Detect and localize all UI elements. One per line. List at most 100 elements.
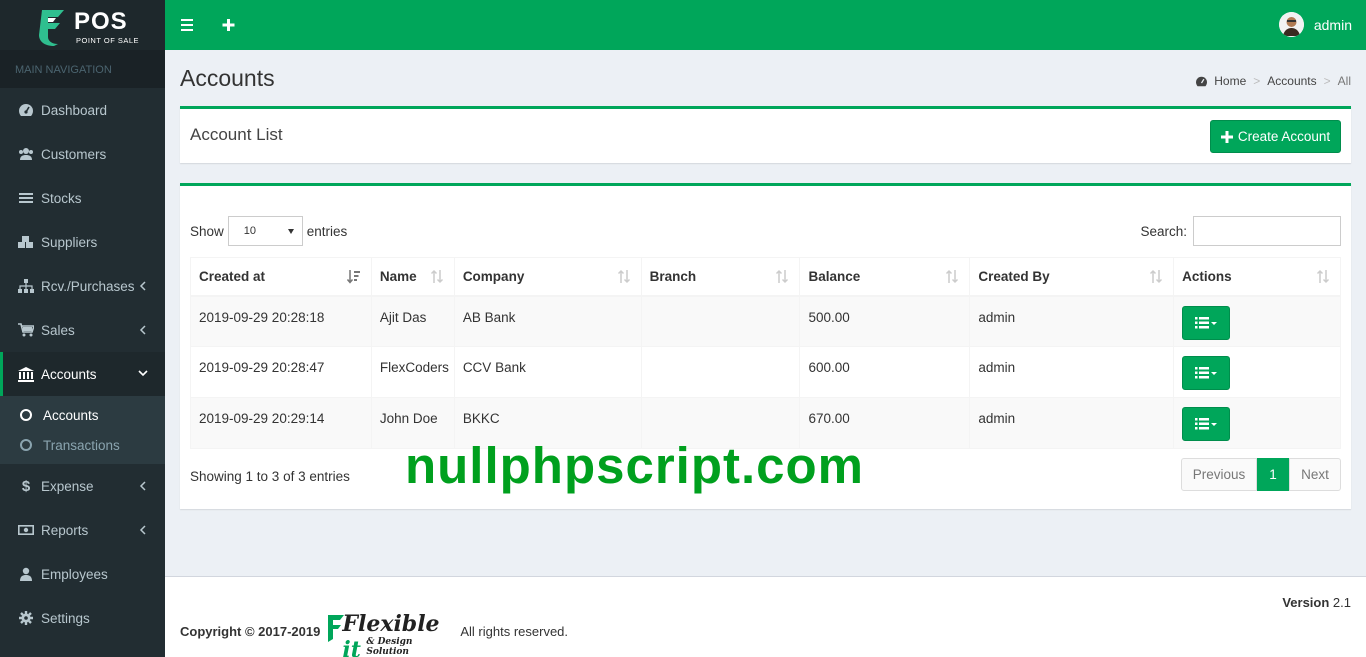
- submenu-item-transactions[interactable]: Transactions: [0, 430, 165, 460]
- cell-created-at: 2019-09-29 20:28:47: [190, 346, 372, 398]
- column-label: Name: [379, 268, 417, 284]
- submenu-item-label: Accounts: [43, 407, 99, 423]
- sidebar: POS POINT OF SALE MAIN NAVIGATION Dashbo…: [0, 0, 165, 657]
- list-dropdown-icon: [1195, 316, 1218, 328]
- sidebar-item-reports[interactable]: Reports: [0, 508, 165, 552]
- pagination-page-current[interactable]: 1: [1257, 458, 1289, 491]
- column-header-company[interactable]: Company: [453, 257, 642, 297]
- copyright: Copyright © 2017-2019 Flexible it & Desi…: [180, 609, 569, 657]
- version-info: Version 2.1: [1282, 595, 1351, 610]
- breadcrumb: Home > Accounts > All: [1195, 74, 1351, 88]
- version-label: Version: [1282, 595, 1330, 610]
- row-actions-button[interactable]: [1182, 305, 1231, 340]
- cubes-icon: [18, 234, 34, 250]
- page-length-value: 10: [243, 225, 257, 237]
- flexible-it-logo[interactable]: Flexible it & Design Solution: [326, 609, 454, 657]
- money-icon: [18, 522, 34, 538]
- users-icon: [18, 146, 34, 162]
- page-title: Accounts: [180, 65, 275, 91]
- account-list-header-box: Account List Create Account: [180, 106, 1351, 163]
- circle-icon: [20, 439, 32, 451]
- sitemap-icon: [18, 278, 34, 294]
- cell-balance: 500.00: [799, 295, 971, 347]
- table-info: Showing 1 to 3 of 3 entries: [190, 469, 350, 484]
- cell-created-by: admin: [969, 346, 1175, 398]
- search-input[interactable]: [1193, 216, 1341, 246]
- row-actions-button[interactable]: [1182, 356, 1231, 390]
- pagination-next[interactable]: Next: [1289, 458, 1341, 491]
- brand-name: POS: [74, 8, 128, 35]
- plus-icon[interactable]: [219, 15, 239, 35]
- column-header-branch[interactable]: Branch: [640, 257, 801, 297]
- sidebar-item-customers[interactable]: Customers: [0, 132, 165, 176]
- sidebar-item-settings[interactable]: Settings: [0, 596, 165, 640]
- caret-down-icon: [287, 229, 294, 234]
- version-number: 2.1: [1332, 595, 1351, 610]
- sidebar-item-label: Expense: [41, 478, 94, 494]
- user-menu[interactable]: admin: [1278, 12, 1352, 37]
- row-actions-button[interactable]: [1182, 407, 1231, 441]
- search-label: Search:: [1140, 223, 1187, 239]
- dollar-icon: $: [21, 477, 31, 495]
- cell-company: AB Bank: [453, 295, 642, 347]
- box-title: Account List: [190, 125, 283, 144]
- column-header-created-at[interactable]: Created at: [190, 257, 372, 297]
- cart-icon: [18, 322, 34, 338]
- column-header-balance[interactable]: Balance: [799, 257, 971, 297]
- sidebar-item-sales[interactable]: Sales: [0, 308, 165, 352]
- sort-icon: [1150, 269, 1163, 284]
- pagination-previous[interactable]: Previous: [1181, 458, 1257, 491]
- sidebar-item-stocks[interactable]: Stocks: [0, 176, 165, 220]
- page-length-select[interactable]: 10: [227, 216, 303, 246]
- sidebar-item-suppliers[interactable]: Suppliers: [0, 220, 165, 264]
- cell-actions: [1173, 346, 1341, 398]
- submenu-item-accounts[interactable]: Accounts: [0, 400, 165, 430]
- create-account-button[interactable]: Create Account: [1210, 120, 1341, 153]
- cell-name: Ajit Das: [370, 295, 455, 347]
- chevron-left-icon: [139, 481, 146, 491]
- chevron-left-icon: [139, 281, 146, 291]
- sidebar-item-dashboard[interactable]: Dashboard: [0, 88, 165, 132]
- chevron-down-icon: [138, 370, 148, 377]
- menu-toggle-icon[interactable]: [179, 15, 199, 35]
- watermark-text: nullphpscript.com: [405, 437, 865, 494]
- column-label: Company: [462, 268, 525, 284]
- column-label: Branch: [649, 268, 697, 284]
- column-header-name[interactable]: Name: [370, 257, 455, 297]
- pos-logo-icon: [39, 10, 64, 46]
- sort-icon: [617, 269, 630, 284]
- avatar: [1278, 12, 1304, 37]
- sidebar-item-expense[interactable]: $ Expense: [0, 464, 165, 508]
- cell-name: FlexCoders: [370, 346, 455, 398]
- logo-it: it: [342, 637, 361, 657]
- rights-text: All rights reserved.: [460, 623, 569, 639]
- sidebar-item-purchases[interactable]: Rcv./Purchases: [0, 264, 165, 308]
- column-label: Created at: [199, 268, 266, 284]
- create-account-label: Create Account: [1237, 129, 1331, 144]
- breadcrumb-separator: >: [1323, 74, 1331, 88]
- column-header-created-by[interactable]: Created By: [969, 257, 1175, 297]
- cell-created-at: 2019-09-29 20:29:14: [190, 397, 372, 449]
- table-header-row: Created at Name Company Branch Balance C…: [190, 257, 1341, 297]
- sidebar-item-label: Suppliers: [41, 234, 98, 250]
- sidebar-item-employees[interactable]: Employees: [0, 552, 165, 596]
- sidebar-item-accounts[interactable]: Accounts: [0, 352, 165, 396]
- breadcrumb-home[interactable]: Home: [1214, 74, 1246, 88]
- sidebar-item-label: Accounts: [41, 366, 97, 382]
- sort-icon: [776, 269, 789, 284]
- column-header-actions[interactable]: Actions: [1173, 257, 1341, 297]
- cell-created-by: admin: [969, 397, 1175, 449]
- breadcrumb-accounts[interactable]: Accounts: [1267, 74, 1316, 88]
- cell-branch: [640, 346, 801, 398]
- copyright-text: Copyright © 2017-2019: [180, 623, 321, 639]
- brand-logo[interactable]: POS POINT OF SALE: [0, 0, 165, 50]
- sidebar-item-label: Stocks: [41, 190, 82, 206]
- brand-tagline: POINT OF SALE: [76, 36, 140, 45]
- show-label: Show: [190, 223, 224, 239]
- chevron-left-icon: [139, 325, 146, 335]
- column-label: Created By: [978, 268, 1050, 284]
- breadcrumb-current: All: [1337, 74, 1351, 88]
- chevron-left-icon: [139, 525, 146, 535]
- sort-desc-icon: [346, 270, 360, 284]
- cell-balance: 600.00: [799, 346, 971, 398]
